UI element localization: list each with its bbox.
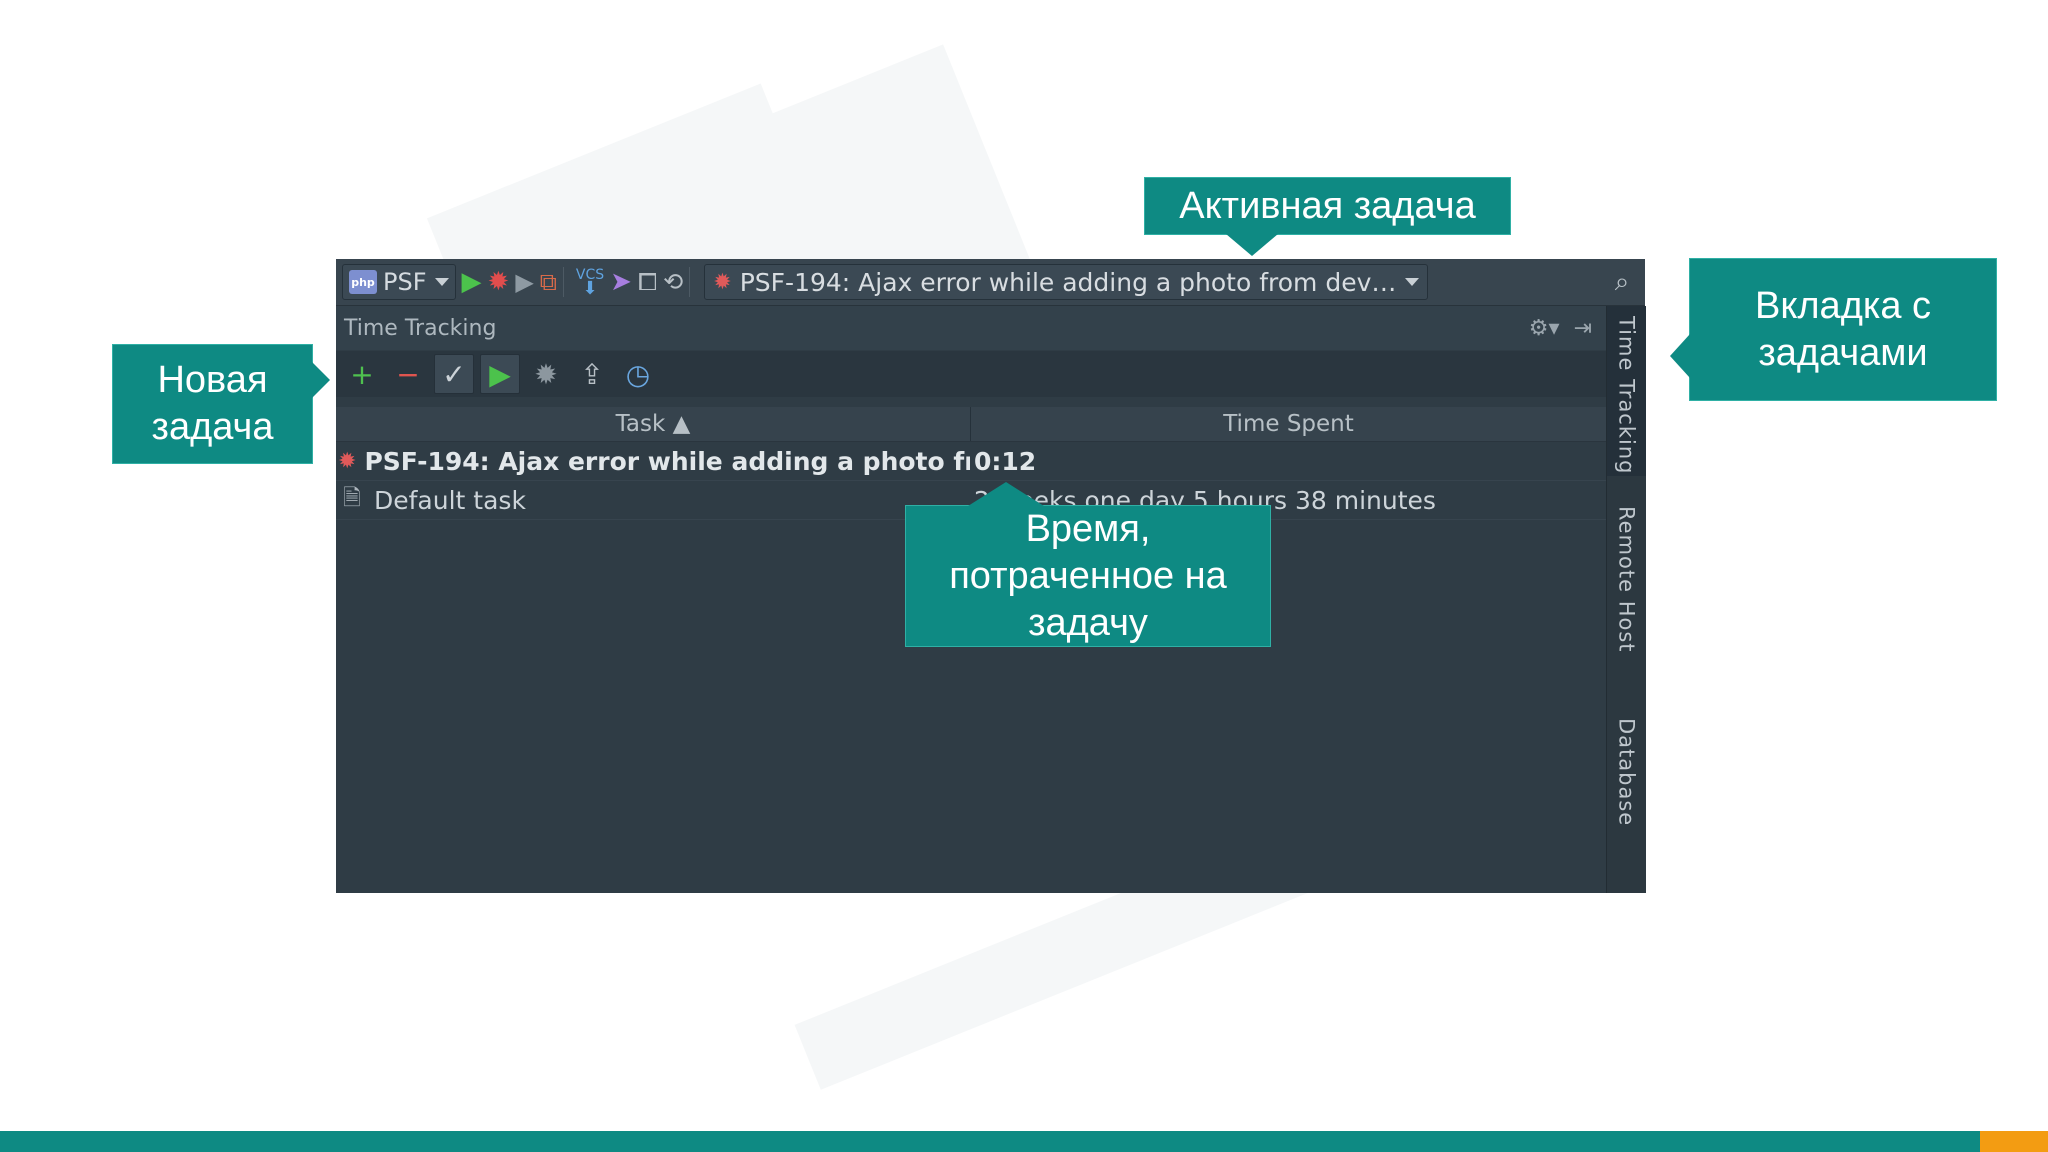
coverage-icon[interactable]: ▶ (515, 265, 533, 299)
vcs-update-icon[interactable]: VCS ⬇ (576, 265, 604, 299)
callout-text: Новая задача (151, 359, 274, 448)
table-header: Task ▲ Time Spent (336, 407, 1606, 442)
project-combo[interactable]: php PSF (342, 264, 456, 300)
start-timer-button[interactable]: ▶ (480, 354, 520, 394)
bug-icon: ✹ (713, 269, 732, 295)
callout-active-task: Активная задача (1144, 177, 1511, 235)
tab-remote-host[interactable]: Remote Host (1607, 506, 1646, 686)
tab-database[interactable]: Database (1607, 718, 1646, 868)
column-header-time-spent[interactable]: Time Spent (971, 407, 1606, 441)
chevron-down-icon (1405, 278, 1420, 286)
task-name: Default task (374, 485, 526, 515)
callout-pointer (968, 482, 1044, 506)
callout-pointer (312, 362, 330, 398)
callout-time-spent: Время, потраченное на задачу (905, 505, 1271, 647)
export-icon[interactable]: ⇪ (572, 354, 612, 394)
add-task-button[interactable]: + (342, 354, 382, 394)
callout-pointer (1226, 234, 1278, 256)
side-tool-strip: Time Tracking Remote Host Database (1606, 306, 1646, 893)
time-spent: 0:12 (974, 446, 1037, 476)
tool-window-title: Time Tracking (344, 315, 497, 341)
active-task-combo[interactable]: ✹ PSF-194: Ajax error while adding a pho… (704, 264, 1429, 300)
callout-text: Время, потраченное на задачу (949, 507, 1227, 644)
slide-footer-accent (1980, 1131, 2048, 1152)
remove-task-button[interactable]: − (388, 354, 428, 394)
callout-tasks-tab: Вкладка с задачами (1689, 258, 1997, 401)
tab-label: Remote Host (1614, 506, 1639, 653)
search-icon[interactable]: ⌕ (1607, 267, 1637, 297)
tab-label: Time Tracking (1614, 316, 1639, 475)
compare-icon[interactable]: ⧠ (638, 265, 657, 299)
slide-footer-bar (0, 1131, 1980, 1152)
toolbar-separator (689, 267, 691, 297)
tab-time-tracking[interactable]: Time Tracking (1607, 306, 1646, 476)
column-header-task[interactable]: Task ▲ (336, 407, 971, 441)
bug-icon: ✹ (338, 448, 357, 474)
run-icon[interactable]: ▶ (462, 265, 482, 299)
tool-window-header: Time Tracking ⚙▾ ⇥ (336, 306, 1606, 350)
hide-icon[interactable]: ⇥ (1574, 316, 1592, 341)
bug-filter-icon[interactable]: ✹ (526, 354, 566, 394)
toolbar-separator (562, 267, 564, 297)
main-toolbar: php PSF ▶ ✹ ▶ ⧉ VCS ⬇ ➤ ⧠ ⟲ ✹ PSF-194: Aj… (336, 259, 1645, 306)
callout-new-task: Новая задача (112, 344, 313, 464)
document-icon: 🗎 (343, 486, 361, 511)
callout-pointer (1670, 334, 1690, 378)
time-tracking-actions: + − ✓ ▶ ✹ ⇪ ◷ (336, 351, 1606, 397)
callout-text: Активная задача (1179, 184, 1476, 227)
callout-text: Вкладка с задачами (1754, 284, 1932, 374)
active-task-label: PSF-194: Ajax error while adding a photo… (739, 267, 1398, 297)
project-combo-label: PSF (383, 268, 427, 296)
php-icon: php (349, 270, 377, 294)
task-name: PSF-194: Ajax error while adding a photo… (364, 446, 970, 476)
tab-label: Database (1614, 718, 1639, 827)
clock-icon[interactable]: ◷ (618, 354, 658, 394)
gear-icon[interactable]: ⚙▾ (1529, 316, 1560, 341)
stop-icon[interactable]: ⧉ (540, 265, 557, 299)
table-row[interactable]: ✹ PSF-194: Ajax error while adding a pho… (336, 442, 1606, 481)
debug-icon[interactable]: ✹ (488, 265, 510, 299)
history-icon[interactable]: ⟲ (663, 265, 683, 299)
chevron-down-icon (434, 278, 449, 286)
filter-checkbox-button[interactable]: ✓ (434, 354, 474, 394)
vcs-commit-icon[interactable]: ➤ (610, 265, 632, 299)
